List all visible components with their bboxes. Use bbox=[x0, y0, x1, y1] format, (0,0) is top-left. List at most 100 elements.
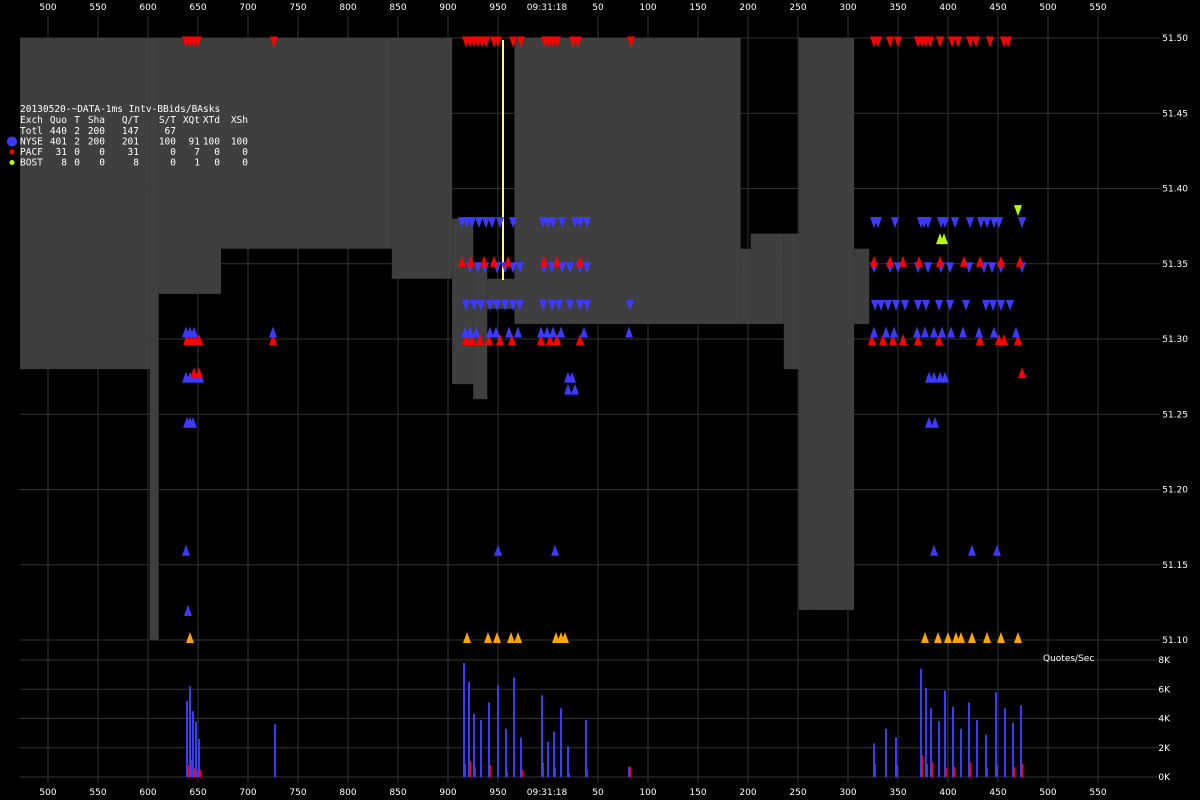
table-header: Exch bbox=[20, 115, 43, 126]
volume-bar bbox=[463, 662, 465, 777]
quote-marker bbox=[966, 217, 974, 229]
table-cell: 200 bbox=[88, 137, 105, 148]
x-tick-label: 250 bbox=[789, 3, 806, 13]
volume-label: Quotes/Sec bbox=[1043, 654, 1094, 664]
table-cell: 2 bbox=[74, 126, 80, 137]
table-cell: 0 bbox=[74, 147, 80, 158]
quote-marker bbox=[936, 255, 944, 267]
quote-marker bbox=[1014, 631, 1022, 643]
volume-bar bbox=[1022, 763, 1023, 777]
volume-bar bbox=[194, 768, 195, 777]
quote-marker bbox=[507, 631, 515, 643]
volume-bar bbox=[475, 766, 476, 777]
volume-bar bbox=[465, 763, 466, 777]
table-cell: 201 bbox=[122, 137, 139, 148]
quote-marker bbox=[982, 299, 990, 311]
x-tick-label: 400 bbox=[939, 3, 956, 13]
quote-marker bbox=[968, 631, 976, 643]
volume-axis: 8K 6K 4K 2K 0K bbox=[1158, 656, 1171, 783]
quote-marker bbox=[930, 326, 938, 338]
x-tick-label: 150 bbox=[689, 3, 706, 13]
quote-marker bbox=[877, 299, 885, 311]
chart-title: 20130520-~DATA-1ms Intv-BBids/BAsks bbox=[20, 104, 220, 115]
volume-bar bbox=[630, 766, 631, 777]
quote-marker bbox=[951, 217, 959, 229]
x-tick-label: 700 bbox=[239, 3, 256, 13]
quote-chart: 500 550 600 650 700 750 800 850 900 950 50 100 150 20… bbox=[7, 3, 1188, 798]
price-tick-label: 51.10 bbox=[1162, 636, 1188, 646]
volume-bar bbox=[468, 681, 470, 777]
price-tick-label: 51.40 bbox=[1162, 185, 1188, 195]
quote-marker bbox=[921, 631, 929, 643]
volume-bar bbox=[189, 686, 191, 777]
table-header: XTd bbox=[203, 115, 220, 126]
table-cell: 2 bbox=[74, 137, 80, 148]
spread-segment bbox=[798, 38, 814, 610]
x-tick-label: 450 bbox=[989, 788, 1006, 798]
quote-marker bbox=[995, 217, 1003, 229]
exchange-dot bbox=[9, 160, 15, 165]
quote-marker bbox=[463, 631, 471, 643]
quote-marker bbox=[870, 326, 878, 338]
volume-bar bbox=[995, 692, 997, 777]
quote-marker bbox=[571, 383, 579, 395]
quote-marker bbox=[505, 326, 513, 338]
table-cell: 401 bbox=[50, 137, 67, 148]
volume-tick-label: 4K bbox=[1158, 715, 1171, 725]
table-cell: 100 bbox=[203, 137, 220, 148]
time-marker-label: 09:31:18 bbox=[527, 788, 568, 798]
x-tick-label: 500 bbox=[39, 3, 56, 13]
x-tick-label: 800 bbox=[339, 3, 356, 13]
x-tick-label: 500 bbox=[1039, 788, 1056, 798]
quote-marker bbox=[913, 326, 921, 338]
quote-marker bbox=[488, 217, 496, 229]
quote-marker bbox=[899, 255, 907, 267]
x-tick-label: 850 bbox=[389, 788, 406, 798]
volume-bar bbox=[1014, 766, 1015, 777]
quote-marker bbox=[938, 326, 946, 338]
x-tick-label: 650 bbox=[189, 788, 206, 798]
volume-bar bbox=[195, 721, 197, 777]
volume-bar bbox=[938, 721, 940, 777]
volume-bar bbox=[197, 771, 198, 777]
x-tick-label: 900 bbox=[439, 3, 456, 13]
quote-marker bbox=[962, 299, 970, 311]
quote-marker bbox=[901, 299, 909, 311]
spread-segment bbox=[740, 248, 751, 324]
table-cell: 0 bbox=[99, 147, 105, 158]
table-cell: 200 bbox=[88, 126, 105, 137]
price-axis: 51.50 51.45 51.40 51.35 51.30 51.25 51.20 51.15… bbox=[1162, 34, 1188, 646]
volume-bar bbox=[473, 714, 475, 777]
table-cell: 8 bbox=[61, 158, 67, 169]
volume-bar bbox=[944, 690, 946, 777]
volume-bar bbox=[927, 763, 928, 777]
x-tick-label: 50 bbox=[592, 3, 604, 13]
x-tick-label: 300 bbox=[839, 3, 856, 13]
quote-marker bbox=[957, 631, 965, 643]
table-cell: 0 bbox=[170, 158, 176, 169]
volume-bar bbox=[976, 719, 978, 777]
table-header: Q/T bbox=[122, 115, 139, 126]
spread-segment bbox=[149, 38, 159, 640]
table-cell: 0 bbox=[170, 147, 176, 158]
volume-tick-label: 8K bbox=[1158, 656, 1171, 666]
exchange-dot bbox=[7, 136, 17, 147]
table-cell: NYSE bbox=[20, 137, 43, 148]
volume-bar bbox=[1004, 708, 1006, 777]
quote-marker bbox=[182, 544, 190, 556]
x-tick-label: 550 bbox=[89, 3, 106, 13]
quote-marker bbox=[870, 255, 878, 267]
x-tick-label: 800 bbox=[339, 788, 356, 798]
volume-bar bbox=[1020, 705, 1022, 777]
volume-bar bbox=[985, 734, 987, 777]
spread-segment bbox=[391, 38, 453, 279]
table-cell: 67 bbox=[165, 126, 176, 137]
quote-marker bbox=[914, 299, 922, 311]
volume-bar bbox=[507, 771, 508, 777]
quote-marker bbox=[580, 326, 588, 338]
volume-bar bbox=[897, 765, 898, 777]
volume-bar bbox=[480, 719, 482, 777]
quote-marker bbox=[484, 631, 492, 643]
quote-marker bbox=[186, 631, 194, 643]
quote-marker bbox=[976, 255, 984, 267]
